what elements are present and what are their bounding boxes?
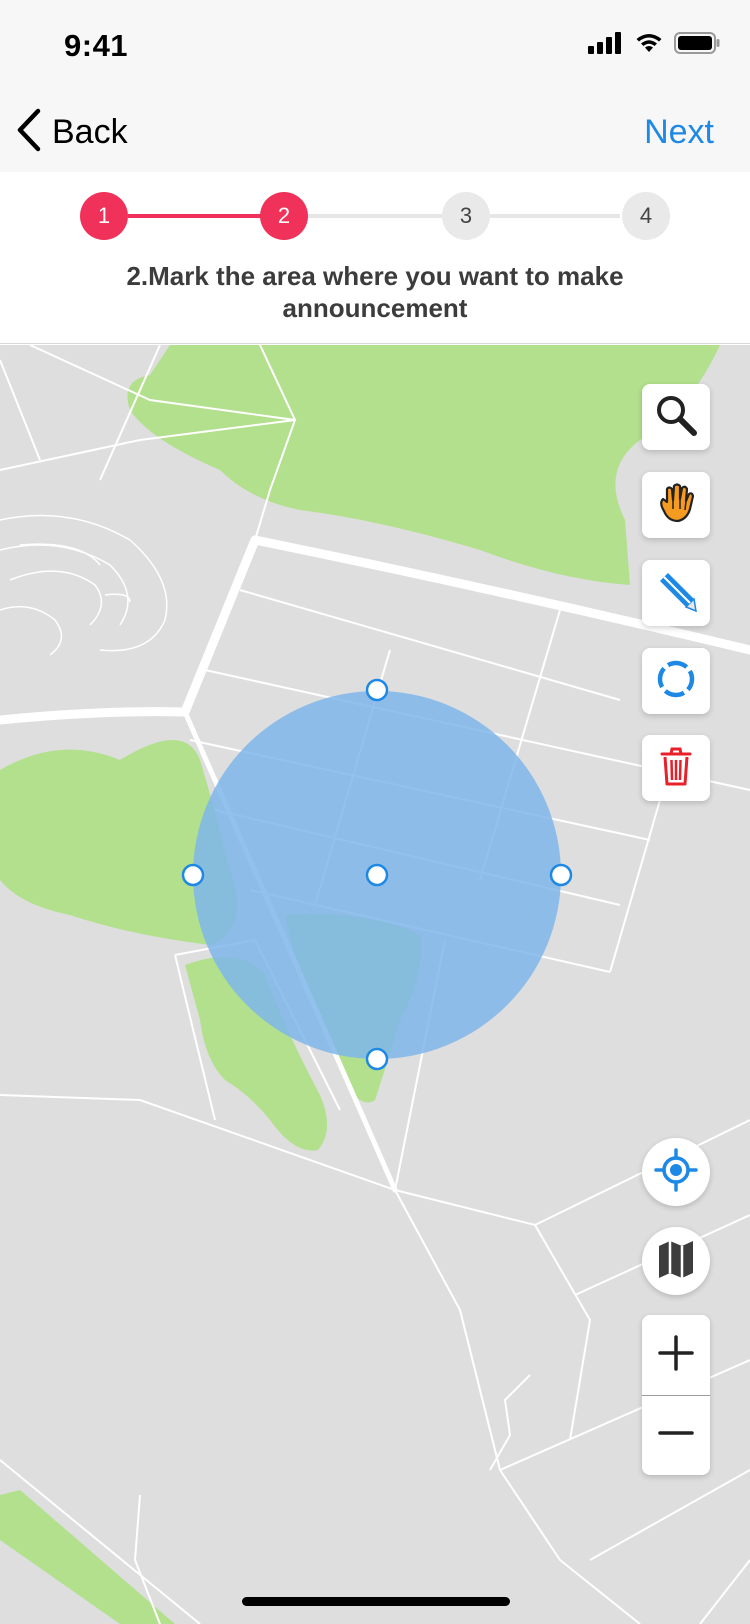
circle-tool-button[interactable] [642,648,710,714]
resize-handle-bottom [365,1047,389,1071]
battery-icon [674,32,720,59]
road [609,799,661,973]
step-1[interactable]: 1 [80,192,128,240]
step-connector-3-4 [490,214,620,218]
center-handle [365,863,389,887]
resize-handle-right [549,863,573,887]
pencil-draw-icon [654,569,698,618]
next-button[interactable]: Next [644,104,714,160]
step-connector-1-2 [128,214,268,218]
contour-line [104,593,131,603]
pan-tool-button[interactable] [642,472,710,538]
stepper: 1 2 3 4 2.Mark the area where you want t… [0,172,750,344]
home-indicator[interactable] [242,1597,510,1606]
zoom-in-button[interactable] [642,1315,710,1395]
resize-handle-left [181,863,205,887]
back-button[interactable]: Back [14,104,128,160]
contour-line [0,514,168,652]
delete-tool-button[interactable] [642,735,710,801]
search-icon [654,393,698,442]
status-bar: 9:41 [0,0,750,92]
step-4[interactable]: 4 [622,192,670,240]
zoom-out-button[interactable] [642,1395,710,1475]
my-location-icon [654,1147,698,1197]
status-icons [588,32,720,59]
road [699,1559,750,1624]
contour-line [0,605,63,656]
back-label: Back [52,112,128,151]
draw-tool-button[interactable] [642,560,710,626]
map-layers-icon [654,1237,698,1286]
road [394,1189,641,1624]
step-2[interactable]: 2 [260,192,308,240]
wifi-icon [634,32,664,59]
road [499,1359,750,1471]
status-time: 9:41 [64,28,129,63]
hand-pan-icon [654,481,698,530]
contour-line [0,544,129,626]
circle-draw-icon [654,657,698,706]
search-tool-button[interactable] [642,384,710,450]
step-connector-2-3 [308,214,446,218]
contour-line [9,570,103,626]
resize-handle-top [365,678,389,702]
zoom-out-icon [656,1413,696,1458]
park-area [127,345,720,585]
my-location-button[interactable] [642,1138,710,1206]
zoom-controls [642,1315,710,1475]
step-instruction: 2.Mark the area where you want to make a… [126,261,624,323]
chevron-left-icon [14,107,42,158]
map-canvas[interactable] [0,345,750,1624]
map-layers-button[interactable] [642,1227,710,1295]
cellular-signal-icon [588,32,624,59]
park-area [0,1490,175,1624]
road [0,359,41,461]
map-view[interactable] [0,345,750,1624]
road [589,1469,750,1561]
navigation-bar: Back Next [0,92,750,172]
trash-icon [654,744,698,793]
step-3[interactable]: 3 [442,192,490,240]
road [534,1224,592,1441]
road [0,1094,396,1191]
zoom-in-icon [656,1333,696,1378]
